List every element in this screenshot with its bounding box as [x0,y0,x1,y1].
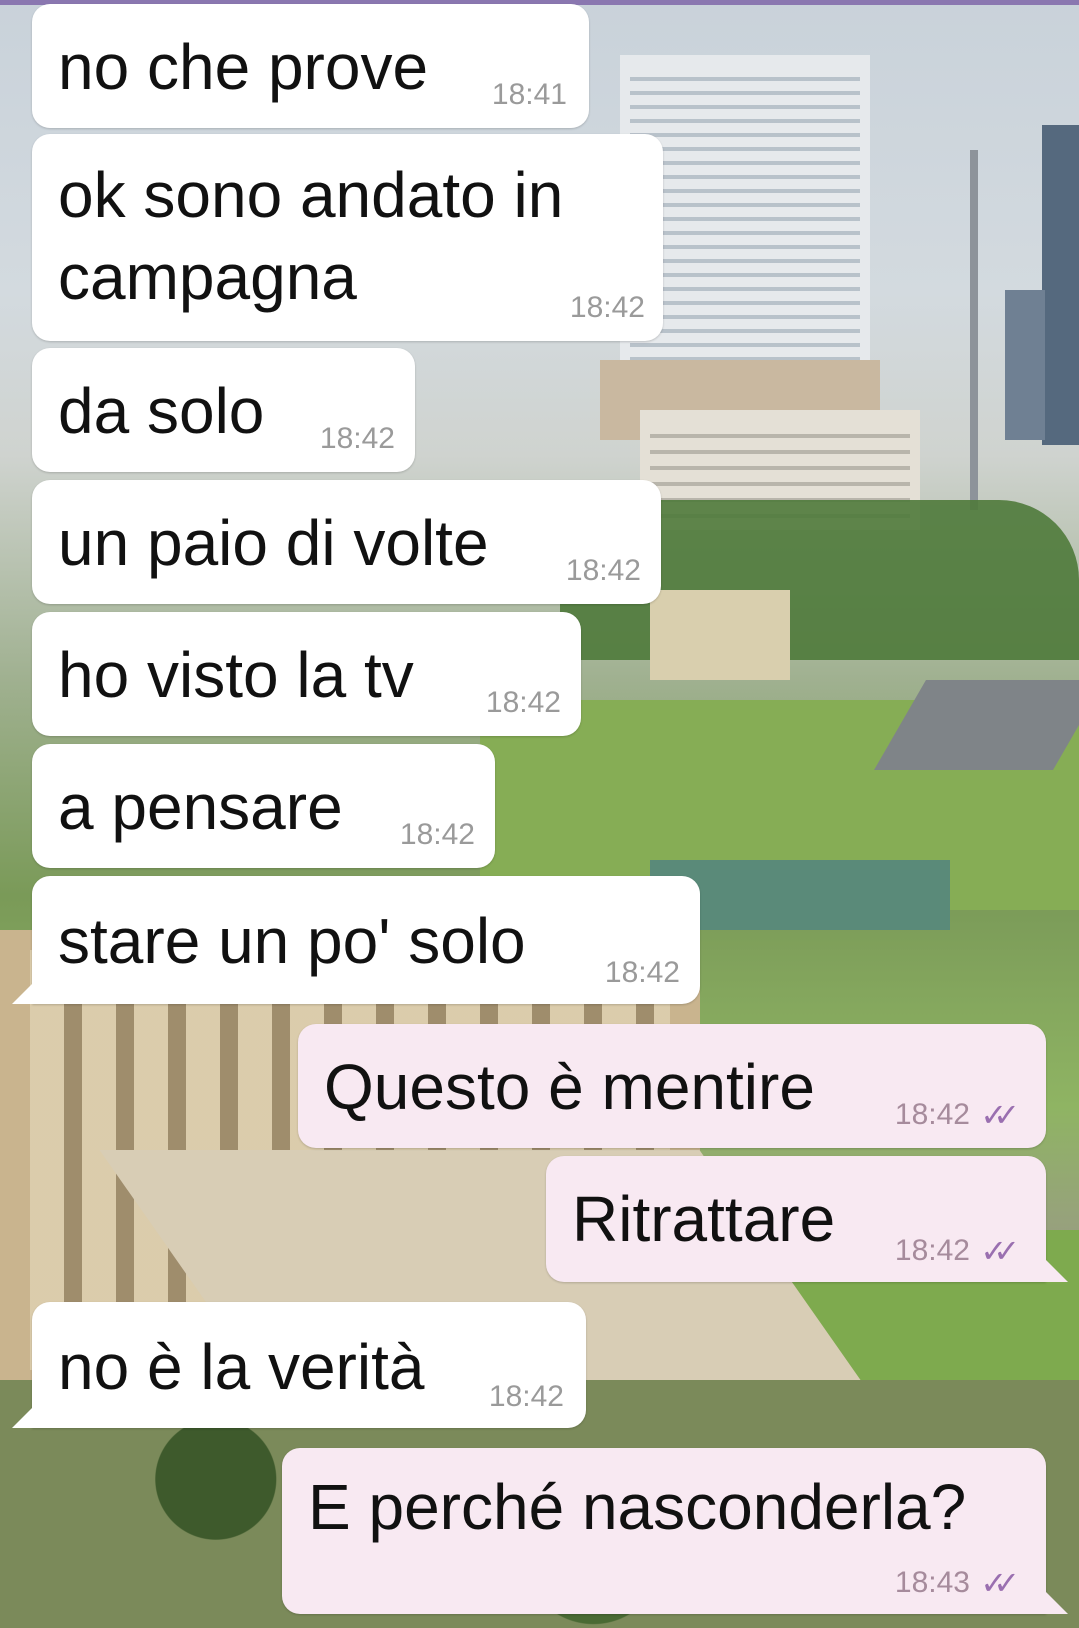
message-bubble-incoming[interactable]: a pensare 18:42 [32,744,495,868]
bubble-tail [1046,1260,1068,1282]
message-text: ok sono andato in campagna [58,159,564,313]
message-text: un paio di volte [58,507,489,579]
message-list[interactable]: no che prove 18:41 ok sono andato in cam… [0,0,1079,1628]
message-time: 18:42 [488,1380,564,1413]
message-bubble-incoming[interactable]: da solo 18:42 [32,348,415,472]
message-time: 18:41 [491,78,567,111]
double-check-icon: ✓✓ [980,1096,1019,1134]
message-time: 18:42 [894,1098,970,1131]
message-time: 18:42 [604,956,680,989]
message-bubble-incoming[interactable]: ho visto la tv 18:42 [32,612,581,736]
message-bubble-incoming[interactable]: no è la verità 18:42 [32,1302,586,1428]
message-time: 18:42 [485,686,561,719]
message-time: 18:42 [894,1234,970,1267]
message-text: Questo è mentire [324,1051,815,1123]
bubble-tail [12,1406,34,1428]
message-text: no è la verità [58,1331,425,1403]
message-bubble-incoming[interactable]: ok sono andato in campagna 18:42 [32,134,663,341]
bubble-tail [12,982,34,1004]
message-text: E perché nasconderla? [308,1471,967,1543]
message-bubble-incoming[interactable]: un paio di volte 18:42 [32,480,661,604]
double-check-icon: ✓✓ [980,1564,1019,1602]
message-text: da solo [58,375,265,447]
message-text: ho visto la tv [58,639,414,711]
message-bubble-outgoing[interactable]: E perché nasconderla? 18:43 ✓✓ [282,1448,1046,1614]
double-check-icon: ✓✓ [980,1232,1019,1270]
message-bubble-outgoing[interactable]: Questo è mentire 18:42 ✓✓ [298,1024,1046,1148]
message-bubble-incoming[interactable]: no che prove 18:41 [32,4,589,128]
message-time: 18:42 [569,291,645,324]
message-text: stare un po' solo [58,905,526,977]
message-time: 18:42 [399,818,475,851]
message-time: 18:43 [894,1566,970,1599]
message-time: 18:42 [565,554,641,587]
message-text: no che prove [58,31,429,103]
bubble-tail [1046,1592,1068,1614]
message-text: a pensare [58,771,343,843]
message-bubble-outgoing[interactable]: Ritrattare 18:42 ✓✓ [546,1156,1046,1282]
message-time: 18:42 [319,422,395,455]
message-bubble-incoming[interactable]: stare un po' solo 18:42 [32,876,700,1004]
message-text: Ritrattare [572,1183,836,1255]
